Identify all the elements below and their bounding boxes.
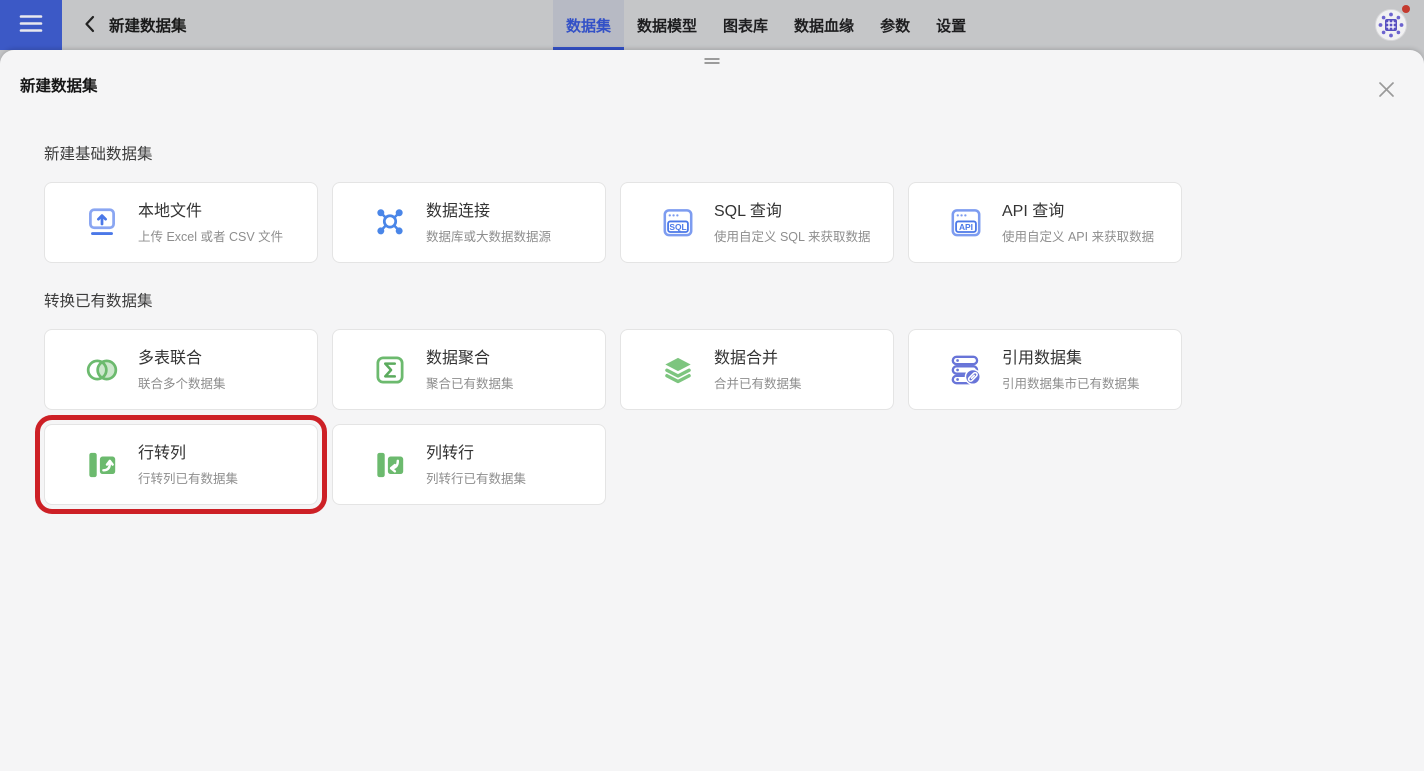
hamburger-icon	[19, 14, 43, 36]
tab-6[interactable]: 设置	[923, 0, 979, 50]
dataset-option-card[interactable]: 数据合并 合并已有数据集	[620, 329, 894, 410]
dialog-body: 新建基础数据集 本地文件 上传 Excel 或者 CSV 文件 数据连接 数据库…	[0, 142, 1424, 505]
hamburger-menu-button[interactable]	[0, 0, 62, 50]
dataset-section: 转换已有数据集 多表联合 联合多个数据集 数据聚合 聚合已有数据集 数据合并 合…	[44, 289, 1380, 505]
card-title: 列转行	[426, 443, 526, 464]
card-subtitle: 使用自定义 SQL 来获取数据	[714, 226, 871, 245]
tab-label: 设置	[936, 15, 966, 36]
close-icon	[1377, 87, 1396, 102]
card-grid: 多表联合 联合多个数据集 数据聚合 聚合已有数据集 数据合并 合并已有数据集	[44, 329, 1196, 505]
card-grid: 本地文件 上传 Excel 或者 CSV 文件 数据连接 数据库或大数据数据源 …	[44, 182, 1196, 263]
avatar[interactable]	[1374, 8, 1408, 42]
tab-label: 数据集	[566, 15, 611, 36]
tab-label: 图表库	[723, 15, 768, 36]
tab-1[interactable]: 数据集	[553, 0, 624, 50]
card-title: 数据连接	[426, 201, 551, 222]
card-title: 行转列	[138, 443, 238, 464]
tab-5[interactable]: 参数	[867, 0, 923, 50]
api-icon: API	[947, 204, 985, 242]
tab-label: 数据血缘	[794, 15, 854, 36]
card-title: SQL 查询	[714, 201, 871, 222]
sql-icon: SQL	[659, 204, 697, 242]
svg-text:API: API	[959, 221, 973, 231]
hub-icon	[371, 204, 409, 242]
dataset-option-card[interactable]: API API 查询 使用自定义 API 来获取数据	[908, 182, 1182, 263]
card-title: 引用数据集	[1002, 348, 1140, 369]
notification-dot	[1402, 5, 1410, 13]
back-button[interactable]	[84, 15, 95, 36]
card-title: 本地文件	[138, 201, 283, 222]
tab-label: 参数	[880, 15, 910, 36]
drag-handle[interactable]	[703, 56, 722, 66]
dataset-option-card[interactable]: 行转列 行转列已有数据集	[44, 424, 318, 505]
card-subtitle: 联合多个数据集	[138, 373, 226, 392]
card-title: 数据合并	[714, 348, 802, 369]
card-title: 多表联合	[138, 348, 226, 369]
new-dataset-dialog: 新建数据集 新建基础数据集 本地文件 上传 Excel 或者 CSV 文件	[0, 50, 1424, 771]
dataset-option-card[interactable]: 数据聚合 聚合已有数据集	[332, 329, 606, 410]
dataset-section: 新建基础数据集 本地文件 上传 Excel 或者 CSV 文件 数据连接 数据库…	[44, 142, 1380, 263]
dataset-option-card[interactable]: 列转行 列转行已有数据集	[332, 424, 606, 505]
rows-to-columns-icon	[83, 446, 121, 484]
dataset-option-card[interactable]: 多表联合 联合多个数据集	[44, 329, 318, 410]
tab-label: 数据模型	[637, 15, 697, 36]
section-label: 新建基础数据集	[44, 142, 1380, 164]
tab-4[interactable]: 数据血缘	[781, 0, 867, 50]
card-title: 数据聚合	[426, 348, 514, 369]
card-subtitle: 行转列已有数据集	[138, 468, 238, 487]
dataset-option-card[interactable]: 引用数据集 引用数据集市已有数据集	[908, 329, 1182, 410]
tab-2[interactable]: 数据模型	[624, 0, 710, 50]
dialog-title: 新建数据集	[20, 78, 98, 95]
card-title: API 查询	[1002, 201, 1154, 222]
close-button[interactable]	[1373, 76, 1400, 106]
dataset-option-card[interactable]: SQL SQL 查询 使用自定义 SQL 来获取数据	[620, 182, 894, 263]
page-title: 新建数据集	[109, 14, 187, 36]
columns-to-rows-icon	[371, 446, 409, 484]
card-subtitle: 列转行已有数据集	[426, 468, 526, 487]
chevron-left-icon	[84, 15, 95, 36]
dataset-option-card[interactable]: 数据连接 数据库或大数据数据源	[332, 182, 606, 263]
venn-icon	[83, 351, 121, 389]
sigma-icon	[371, 351, 409, 389]
upload-icon	[83, 204, 121, 242]
layers-icon	[659, 351, 697, 389]
card-subtitle: 使用自定义 API 来获取数据	[1002, 226, 1154, 245]
card-subtitle: 引用数据集市已有数据集	[1002, 373, 1140, 392]
dataset-option-card[interactable]: 本地文件 上传 Excel 或者 CSV 文件	[44, 182, 318, 263]
topbar: 新建数据集 数据集 数据模型 图表库 数据血缘 参数 设置	[0, 0, 1424, 50]
card-subtitle: 数据库或大数据数据源	[426, 226, 551, 245]
card-subtitle: 聚合已有数据集	[426, 373, 514, 392]
reference-icon	[947, 351, 985, 389]
svg-text:SQL: SQL	[669, 221, 686, 231]
section-label: 转换已有数据集	[44, 289, 1380, 311]
card-subtitle: 上传 Excel 或者 CSV 文件	[138, 226, 283, 245]
app-logo-icon	[1374, 29, 1408, 46]
nav-tabs: 数据集 数据模型 图表库 数据血缘 参数 设置	[553, 0, 979, 50]
card-subtitle: 合并已有数据集	[714, 373, 802, 392]
tab-3[interactable]: 图表库	[710, 0, 781, 50]
